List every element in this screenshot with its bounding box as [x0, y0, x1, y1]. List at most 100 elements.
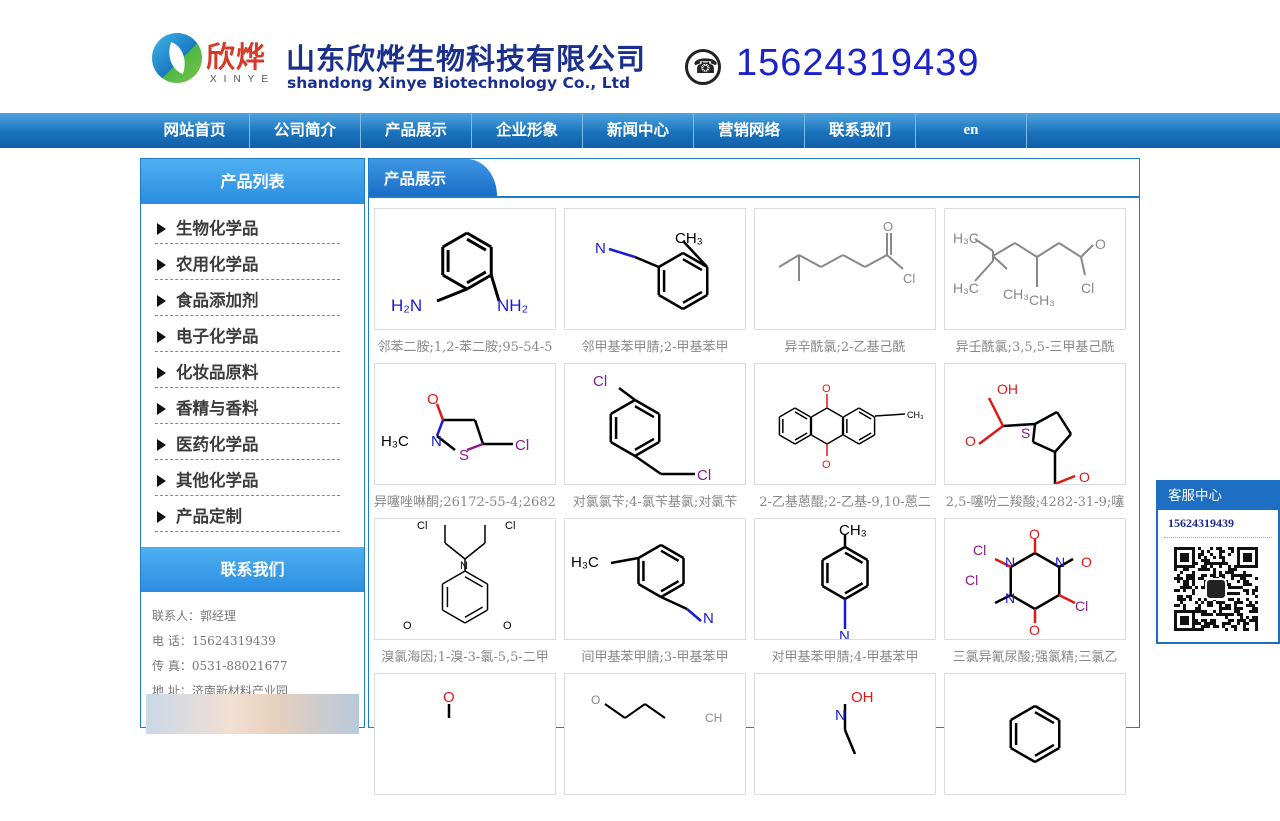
category-item[interactable]: 医药化学品: [155, 424, 340, 460]
nav-about[interactable]: 公司简介: [250, 113, 361, 148]
product-image[interactable]: Cl Cl: [564, 363, 746, 485]
product-image[interactable]: O Cl N O Cl N N O Cl: [944, 518, 1126, 640]
bond: [634, 255, 660, 269]
product-card[interactable]: O O CH₃ 2-乙基蒽醌;2-乙基-9,10-蒽二: [754, 363, 936, 511]
category-label[interactable]: 生物化学品: [176, 215, 259, 239]
category-label[interactable]: 其他化学品: [176, 467, 259, 491]
product-caption[interactable]: 三氯异氰尿酸;强氯精;三氯乙: [944, 646, 1126, 664]
product-caption[interactable]: [944, 801, 1126, 819]
bond: [1055, 411, 1073, 435]
category-item[interactable]: 化妆品原料: [155, 352, 340, 388]
product-caption[interactable]: 对甲基苯甲腈;4-甲基苯甲: [754, 646, 936, 664]
product-caption[interactable]: 对氯氯苄;4-氯苄基氯;对氯苄: [564, 491, 746, 509]
chemical-structure-diagram: H₃C N: [571, 543, 714, 627]
product-image[interactable]: O O CH₃: [754, 363, 936, 485]
atom-label: CH: [705, 711, 722, 725]
category-item[interactable]: 生物化学品: [155, 208, 340, 244]
product-card[interactable]: OHOSOHO 2,5-噻吩二羧酸;4282-31-9;噻: [944, 363, 1126, 511]
product-caption[interactable]: 2,5-噻吩二羧酸;4282-31-9;噻: [944, 491, 1126, 509]
nav-home[interactable]: 网站首页: [140, 113, 250, 148]
product-image[interactable]: O CH: [564, 673, 746, 795]
product-image[interactable]: [944, 673, 1126, 795]
product-caption[interactable]: 间甲基苯甲腈;3-甲基苯甲: [564, 646, 746, 664]
atom-label: N: [703, 610, 714, 627]
category-item[interactable]: 香精与香料: [155, 388, 340, 424]
nav-products[interactable]: 产品展示: [361, 113, 472, 148]
nav-contact[interactable]: 联系我们: [805, 113, 916, 148]
bond: [1032, 440, 1056, 454]
product-card[interactable]: CH₃ N 对甲基苯甲腈;4-甲基苯甲: [754, 518, 936, 666]
bond: [1036, 242, 1060, 258]
product-image[interactable]: CH₃ N: [754, 518, 936, 640]
company-name-cn: 山东欣烨生物科技有限公司: [286, 42, 647, 76]
bond: [1054, 433, 1072, 453]
category-item[interactable]: 其他化学品: [155, 460, 340, 496]
category-label[interactable]: 香精与香料: [176, 395, 259, 419]
product-caption[interactable]: 溴氯海因;1-溴-3-氯-5,5-二甲: [374, 646, 556, 664]
nav-news[interactable]: 新闻中心: [583, 113, 694, 148]
product-image[interactable]: OHOSOHO: [944, 363, 1126, 485]
product-image[interactable]: O Cl: [754, 208, 936, 330]
product-caption[interactable]: 异噻唑啉酮;26172-55-4;2682-: [374, 491, 556, 509]
product-caption[interactable]: [564, 801, 746, 819]
product-image[interactable]: Cl Cl N O O: [374, 518, 556, 640]
atom-label: NH₂: [497, 296, 528, 315]
category-item[interactable]: 农用化学品: [155, 244, 340, 280]
triangle-right-icon: [157, 295, 166, 307]
product-image[interactable]: O: [374, 673, 556, 795]
bond: [826, 407, 843, 418]
product-card[interactable]: O Cl N O Cl N N O Cl 三氯异氰尿酸;强氯精;三氯乙: [944, 518, 1126, 666]
nav-marketing[interactable]: 营销网络: [694, 113, 805, 148]
product-card[interactable]: H₂N NH₂ 邻苯二胺;1,2-苯二胺;95-54-5: [374, 208, 556, 356]
product-caption[interactable]: 邻甲基苯甲腈;2-甲基苯甲: [564, 336, 746, 354]
product-card[interactable]: Cl Cl 对氯氯苄;4-氯苄基氯;对氯苄: [564, 363, 746, 511]
triangle-right-icon: [157, 223, 166, 235]
product-caption[interactable]: [374, 801, 556, 819]
atom-label: H₃C: [381, 433, 409, 450]
chemical-structure-diagram: OClN OClNNOCl: [965, 526, 1092, 638]
product-caption[interactable]: [754, 801, 936, 819]
product-image[interactable]: OH N: [754, 673, 936, 795]
company-logo-icon[interactable]: [152, 33, 202, 83]
product-card[interactable]: H₃C N 间甲基苯甲腈;3-甲基苯甲: [564, 518, 746, 666]
atom-label: O: [1079, 469, 1090, 485]
product-card[interactable]: H₃C H₃C CH₃ CH₃ O Cl 异壬酰氯;3,5,5-三甲基己酰: [944, 208, 1126, 356]
category-label[interactable]: 化妆品原料: [176, 359, 259, 383]
product-image[interactable]: H₃C H₃C CH₃ CH₃ O Cl: [944, 208, 1126, 330]
bond: [1010, 704, 1036, 722]
product-card[interactable]: O: [374, 673, 556, 821]
product-card[interactable]: CH₃ N 邻甲基苯甲腈;2-甲基苯甲: [564, 208, 746, 356]
atom-label: N: [431, 433, 442, 450]
customer-service-panel: 客服中心 15624319439: [1156, 480, 1280, 644]
category-item[interactable]: 产品定制: [155, 496, 340, 532]
product-image[interactable]: H₃C N: [564, 518, 746, 640]
product-image[interactable]: O H₃C N S Cl: [374, 363, 556, 485]
category-label[interactable]: 电子化学品: [176, 323, 259, 347]
product-card[interactable]: O Cl 异辛酰氯;2-乙基己酰: [754, 208, 936, 356]
nav-english[interactable]: en: [916, 113, 1027, 148]
product-card[interactable]: [944, 673, 1126, 821]
chemical-structure-diagram: O H₃C NS Cl: [381, 391, 529, 464]
product-showcase: 产品展示 H₂N NH₂ 邻苯二胺;1,2-苯二胺;95-54-5 CH₃ N 邻甲基苯甲…: [368, 158, 1140, 795]
product-image[interactable]: H₂N NH₂: [374, 208, 556, 330]
nav-image[interactable]: 企业形象: [472, 113, 583, 148]
product-caption[interactable]: 邻苯二胺;1,2-苯二胺;95-54-5: [374, 336, 556, 354]
atom-label: Cl: [1075, 598, 1088, 614]
product-card[interactable]: O CH: [564, 673, 746, 821]
product-image[interactable]: CH₃ N: [564, 208, 746, 330]
bond: [610, 556, 639, 565]
product-caption[interactable]: 异辛酰氯;2-乙基己酰: [754, 336, 936, 354]
category-label[interactable]: 产品定制: [176, 503, 242, 527]
category-label[interactable]: 食品添加剂: [176, 287, 259, 311]
category-label[interactable]: 医药化学品: [176, 431, 259, 455]
category-item[interactable]: 食品添加剂: [155, 280, 340, 316]
product-card[interactable]: OH N: [754, 673, 936, 821]
category-item[interactable]: 电子化学品: [155, 316, 340, 352]
product-caption[interactable]: 异壬酰氯;3,5,5-三甲基己酰: [944, 336, 1126, 354]
bond: [987, 397, 1005, 427]
product-card[interactable]: Cl Cl N O O 溴氯海因;1-溴-3-氯-5,5-二甲: [374, 518, 556, 666]
bond: [779, 407, 796, 418]
product-caption[interactable]: 2-乙基蒽醌;2-乙基-9,10-蒽二: [754, 491, 936, 509]
product-card[interactable]: O H₃C N S Cl 异噻唑啉酮;26172-55-4;2682-: [374, 363, 556, 511]
category-label[interactable]: 农用化学品: [176, 251, 259, 275]
